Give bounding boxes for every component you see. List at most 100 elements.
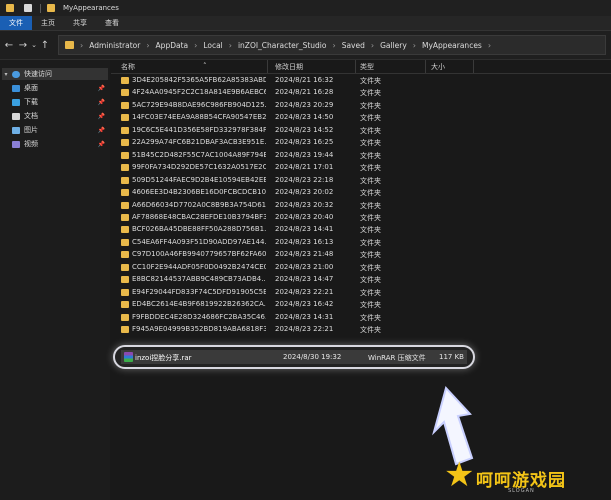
- folder-icon: [121, 176, 129, 184]
- file-type: WinRAR 压缩文件: [368, 354, 426, 362]
- folder-date: 2024/8/23 19:44: [275, 150, 334, 159]
- folder-type: 文件夹: [360, 301, 381, 310]
- navigation-bar: ← → ⌄ ↑ › Administrator › AppData › Loca…: [0, 31, 611, 60]
- table-row[interactable]: F945A9E04999B352BD819ABA6818F3... 2024/8/…: [111, 324, 611, 335]
- column-header-name[interactable]: 名称: [121, 62, 135, 72]
- pin-icon[interactable]: 📌: [98, 99, 105, 106]
- folder-type: 文件夹: [360, 313, 381, 322]
- column-header-date[interactable]: 修改日期: [275, 62, 303, 72]
- picture-icon: [12, 126, 20, 134]
- folder-date: 2024/8/23 16:13: [275, 237, 334, 246]
- sidebar-item-label: 桌面: [24, 84, 38, 92]
- folder-date: 2024/8/23 14:47: [275, 275, 334, 284]
- folder-name: C97D100A46FB9940779657BF62FA60...: [132, 250, 266, 259]
- back-icon[interactable]: ←: [2, 40, 16, 51]
- tab-view[interactable]: 查看: [96, 16, 128, 30]
- tab-file[interactable]: 文件: [0, 16, 32, 30]
- chevron-right-icon[interactable]: ›: [146, 41, 149, 50]
- breadcrumb-saved[interactable]: Saved: [342, 41, 365, 50]
- table-row[interactable]: 14FC03E74EEA9A88B54CFA90547EB2... 2024/8/…: [111, 112, 611, 123]
- table-row[interactable]: 51B45C2D482F55C7AC1004A89F794B... 2024/8/…: [111, 150, 611, 161]
- expand-arrow-icon[interactable]: ▾: [2, 71, 10, 78]
- file-list: ˄ 名称 修改日期 类型 大小 3D4E205842F5365A5FB62A85…: [111, 60, 611, 500]
- sidebar-item-quick-access[interactable]: ▾ 快速访问: [2, 68, 108, 80]
- sidebar-item-desktop[interactable]: 桌面 📌: [2, 82, 108, 94]
- folder-name: 99F0FA734D292DE57C1632A0517E2C...: [132, 163, 266, 172]
- table-row[interactable]: 5AC729E94B8DAE96C986FB904D125... 2024/8/2…: [111, 100, 611, 111]
- breadcrumb-administrator[interactable]: Administrator: [89, 41, 140, 50]
- tab-home[interactable]: 主页: [32, 16, 64, 30]
- breadcrumb-inzoi-character-studio[interactable]: inZOI_Character_Studio: [238, 41, 327, 50]
- table-row[interactable]: 4606EE3D4B2306BE16D0FCBCDCB10... 2024/8/2…: [111, 187, 611, 198]
- pin-icon[interactable]: 📌: [98, 113, 105, 120]
- folder-type: 文件夹: [360, 189, 381, 198]
- folder-type: 文件夹: [360, 251, 381, 260]
- column-header-type[interactable]: 类型: [360, 62, 374, 72]
- folder-date: 2024/8/23 16:42: [275, 300, 334, 309]
- column-header-size[interactable]: 大小: [431, 62, 445, 72]
- folder-name: CC10F2E944ADF05F0D0492B2474CE0...: [132, 262, 266, 271]
- file-date: 2024/8/30 19:32: [283, 353, 342, 361]
- breadcrumb-appdata[interactable]: AppData: [156, 41, 189, 50]
- recent-chevron-icon[interactable]: ⌄: [30, 41, 38, 49]
- chevron-right-icon[interactable]: ›: [371, 41, 374, 50]
- sidebar-item-downloads[interactable]: 下载 📌: [2, 96, 108, 108]
- pin-icon[interactable]: 📌: [98, 85, 105, 92]
- table-row[interactable]: C54EA6FF4A093F51D90ADD97AE144... 2024/8/2…: [111, 237, 611, 248]
- folder-date: 2024/8/21 16:32: [275, 76, 334, 84]
- table-row[interactable]: ED4BC2614E4B9F6819922B26362CA... 2024/8/2…: [111, 299, 611, 310]
- divider[interactable]: [267, 60, 268, 73]
- folder-name: 22A299A74FC6B21DBAF3ACB3E951E...: [132, 138, 266, 147]
- chevron-right-icon[interactable]: ›: [80, 41, 83, 50]
- folder-icon: [121, 238, 129, 246]
- sidebar-item-videos[interactable]: 视频 📌: [2, 138, 108, 150]
- divider[interactable]: [473, 60, 474, 73]
- sidebar-item-pictures[interactable]: 图片 📌: [2, 124, 108, 136]
- chevron-right-icon[interactable]: ›: [413, 41, 416, 50]
- table-row[interactable]: AF78868E48CBAC28EFDE10B3794BF3... 2024/8/…: [111, 212, 611, 223]
- properties-icon[interactable]: [24, 4, 32, 12]
- chevron-right-icon[interactable]: ›: [194, 41, 197, 50]
- sidebar-item-label: 视频: [24, 140, 38, 148]
- slogan-text: SLOGAN: [508, 488, 535, 494]
- table-row[interactable]: 509D51244FAEC9D2B4E10594EB42EE... 2024/8/…: [111, 175, 611, 186]
- sidebar-item-label: 图片: [24, 126, 38, 134]
- breadcrumb-local[interactable]: Local: [203, 41, 222, 50]
- table-row[interactable]: 22A299A74FC6B21DBAF3ACB3E951E... 2024/8/2…: [111, 137, 611, 148]
- chevron-right-icon[interactable]: ›: [488, 41, 491, 50]
- chevron-right-icon[interactable]: ›: [332, 41, 335, 50]
- folder-type: 文件夹: [360, 126, 381, 135]
- folder-date: 2024/8/23 14:50: [275, 113, 334, 122]
- table-row-selected[interactable]: inzoi捏脸分享.rar 2024/8/30 19:32 WinRAR 压缩文…: [121, 350, 467, 364]
- table-row[interactable]: 19C6C5E441D356E58FD332978F384F... 2024/8/…: [111, 125, 611, 136]
- folder-type: 文件夹: [360, 238, 381, 247]
- folder-name: 14FC03E74EEA9A88B54CFA90547EB2...: [132, 113, 266, 122]
- table-row[interactable]: C97D100A46FB9940779657BF62FA60... 2024/8/…: [111, 249, 611, 260]
- table-row[interactable]: E8BC82144537ABB9C489CB73ADB4... 2024/8/23…: [111, 274, 611, 285]
- folder-date: 2024/8/23 14:52: [275, 125, 334, 134]
- folder-icon: [121, 151, 129, 159]
- table-row[interactable]: F9FBDDEC4E28D324686FC2BA35C46... 2024/8/2…: [111, 312, 611, 323]
- folder-name: ED4BC2614E4B9F6819922B26362CA...: [132, 300, 266, 309]
- table-row[interactable]: 4F24AA0945F2C2C18A814E9B6AEBC6... 2024/8/…: [111, 87, 611, 98]
- forward-icon[interactable]: →: [16, 40, 30, 51]
- pin-icon[interactable]: 📌: [98, 127, 105, 134]
- table-row[interactable]: E94F29044FD833F74C5DFD91905C5B... 2024/8/…: [111, 287, 611, 298]
- table-row[interactable]: 3D4E205842F5365A5FB62A85383ABD... 2024/8/…: [111, 75, 611, 86]
- table-row[interactable]: BCF026BA45DBE88FF50A288D756B1... 2024/8/2…: [111, 224, 611, 235]
- address-bar[interactable]: › Administrator › AppData › Local › inZO…: [58, 35, 606, 55]
- sidebar-item-documents[interactable]: 文档 📌: [2, 110, 108, 122]
- pin-icon[interactable]: 📌: [98, 141, 105, 148]
- divider[interactable]: [425, 60, 426, 73]
- table-row[interactable]: A66D66034D7702A0C8B9B3A754D61... 2024/8/2…: [111, 200, 611, 211]
- tab-share[interactable]: 共享: [64, 16, 96, 30]
- up-icon[interactable]: ↑: [38, 40, 52, 51]
- folder-type: 文件夹: [360, 288, 381, 297]
- breadcrumb-myappearances[interactable]: MyAppearances: [422, 41, 482, 50]
- table-row[interactable]: CC10F2E944ADF05F0D0492B2474CE0... 2024/8/…: [111, 262, 611, 273]
- chevron-right-icon[interactable]: ›: [229, 41, 232, 50]
- table-row[interactable]: 99F0FA734D292DE57C1632A0517E2C... 2024/8/…: [111, 162, 611, 173]
- divider[interactable]: [355, 60, 356, 73]
- folder-date: 2024/8/23 20:32: [275, 200, 334, 209]
- breadcrumb-gallery[interactable]: Gallery: [380, 41, 407, 50]
